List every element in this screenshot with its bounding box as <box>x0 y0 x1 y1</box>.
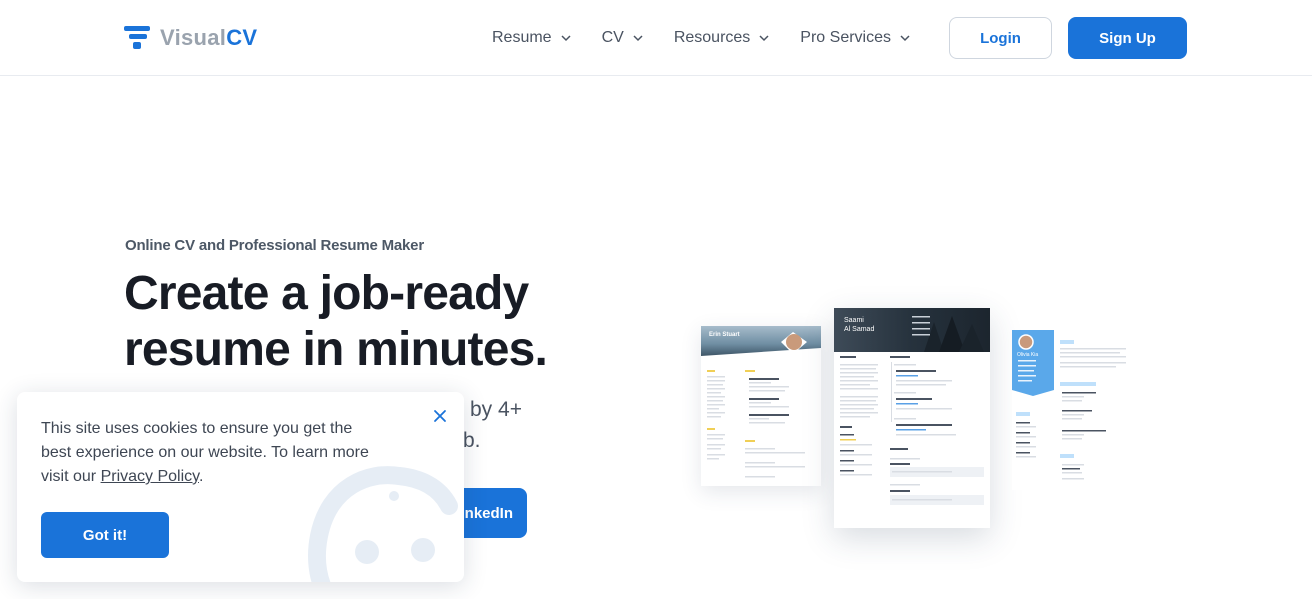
resume-preview-right: Olivia Kia <box>1012 330 1130 490</box>
chevron-down-icon <box>561 35 571 42</box>
main-nav: Resume CV Resources Pro Services <box>492 26 941 50</box>
resume-center-name-line1: Saami <box>844 317 864 324</box>
resume-center-artwork <box>834 308 990 505</box>
login-button[interactable]: Login <box>949 17 1052 59</box>
resume-right-name: Olivia Kia <box>1017 352 1039 358</box>
resume-left-name: Erin Stuart <box>709 332 740 338</box>
cookie-banner: This site uses cookies to ensure you get… <box>17 392 464 582</box>
close-icon[interactable] <box>430 406 450 426</box>
resume-left-artwork <box>701 326 821 478</box>
hero-subtitle-line2: b. <box>463 429 481 452</box>
privacy-policy-link[interactable]: Privacy Policy <box>101 468 199 485</box>
resume-preview-center: Saami Al Samad <box>834 308 990 528</box>
nav-item-resume[interactable]: Resume <box>492 26 572 50</box>
resume-center-name-line2: Al Samad <box>844 326 875 333</box>
nav-item-cv[interactable]: CV <box>602 26 644 50</box>
hero-headline: Create a job-ready resume in minutes. <box>124 267 548 376</box>
chevron-down-icon <box>633 35 643 42</box>
cookie-message-end: . <box>198 468 204 485</box>
hero-eyebrow: Online CV and Professional Resume Maker <box>125 237 424 254</box>
hero-subtitle-line1: by 4+ <box>470 398 522 421</box>
signup-button[interactable]: Sign Up <box>1068 17 1187 59</box>
resume-preview-left: Erin Stuart <box>701 326 821 486</box>
logo-text: VisualCV <box>160 25 257 51</box>
site-header: VisualCV Resume CV Resources Pro Service… <box>0 0 1312 76</box>
chevron-down-icon <box>759 35 769 42</box>
page: VisualCV Resume CV Resources Pro Service… <box>0 0 1312 599</box>
chevron-down-icon <box>900 35 910 42</box>
nav-item-resources[interactable]: Resources <box>674 26 770 50</box>
logo-icon <box>124 26 152 50</box>
logo-text-part2: CV <box>226 25 258 50</box>
logo-text-part1: Visual <box>160 25 227 50</box>
nav-item-label: Resources <box>673 29 751 46</box>
nav-item-label: CV <box>601 29 624 46</box>
cookie-message: This site uses cookies to ensure you get… <box>41 417 371 489</box>
resume-center-name: Saami Al Samad <box>844 316 874 334</box>
logo[interactable]: VisualCV <box>124 25 257 51</box>
nav-item-pro-services[interactable]: Pro Services <box>800 26 911 50</box>
cookie-message-text: This site uses cookies to ensure you get… <box>41 420 369 485</box>
nav-item-label: Pro Services <box>800 29 891 46</box>
cookie-accept-button[interactable]: Got it! <box>41 512 169 558</box>
nav-item-label: Resume <box>492 29 552 46</box>
